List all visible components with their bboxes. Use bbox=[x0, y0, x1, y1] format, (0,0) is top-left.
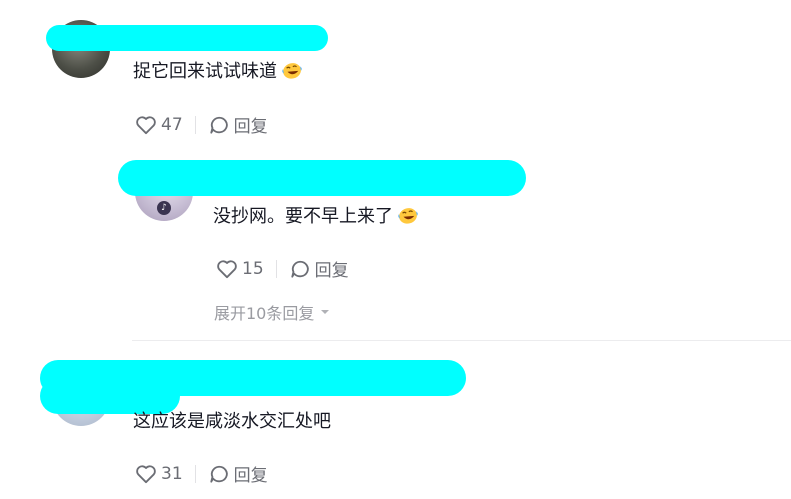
divider bbox=[275, 259, 277, 278]
comment-bubble-icon bbox=[291, 260, 309, 278]
reply-label: 回复 bbox=[233, 466, 268, 486]
comment-text-content: 捉它回来试试味道 bbox=[133, 61, 277, 82]
reply-label: 回复 bbox=[314, 261, 349, 281]
heart-icon bbox=[136, 464, 156, 483]
expand-replies-label: 展开10条回复 bbox=[214, 304, 315, 323]
heart-icon bbox=[136, 115, 156, 134]
comment-bubble-icon bbox=[210, 116, 228, 134]
like-count: 15 bbox=[242, 258, 264, 279]
comment-actions: 47 回复 bbox=[135, 112, 268, 137]
reply-button[interactable]: 回复 bbox=[208, 112, 268, 137]
divider bbox=[194, 115, 196, 134]
comment-text-content: 没抄网。要不早上来了 bbox=[213, 206, 393, 227]
music-note-icon: ♪ bbox=[157, 201, 171, 215]
divider bbox=[194, 464, 196, 483]
comment-text-content: 这应该是咸淡水交汇处吧 bbox=[133, 411, 331, 432]
comment-actions: 15 回复 bbox=[216, 256, 349, 281]
redacted-username bbox=[46, 25, 328, 51]
laughing-crying-emoji-icon bbox=[282, 63, 302, 79]
chevron-down-icon bbox=[321, 310, 330, 314]
like-count: 47 bbox=[161, 114, 183, 135]
heart-icon bbox=[217, 259, 237, 278]
redacted-username bbox=[40, 378, 180, 414]
like-button[interactable]: 31 bbox=[135, 464, 183, 484]
comment-divider bbox=[132, 340, 791, 341]
comment-text: 没抄网。要不早上来了 bbox=[213, 205, 419, 229]
reply-button[interactable]: 回复 bbox=[289, 256, 349, 281]
comment-text: 这应该是咸淡水交汇处吧 bbox=[133, 410, 331, 434]
reply-button[interactable]: 回复 bbox=[208, 461, 268, 486]
laughing-crying-emoji-icon bbox=[398, 208, 418, 224]
like-button[interactable]: 15 bbox=[216, 259, 264, 279]
comment-actions: 31 回复 bbox=[135, 461, 268, 486]
expand-replies-button[interactable]: 展开10条回复 bbox=[214, 300, 331, 324]
reply-label: 回复 bbox=[233, 117, 268, 137]
like-count: 31 bbox=[161, 463, 183, 484]
comment-bubble-icon bbox=[210, 465, 228, 483]
comment-text: 捉它回来试试味道 bbox=[133, 60, 303, 84]
redacted-username bbox=[118, 160, 526, 196]
like-button[interactable]: 47 bbox=[135, 115, 183, 135]
